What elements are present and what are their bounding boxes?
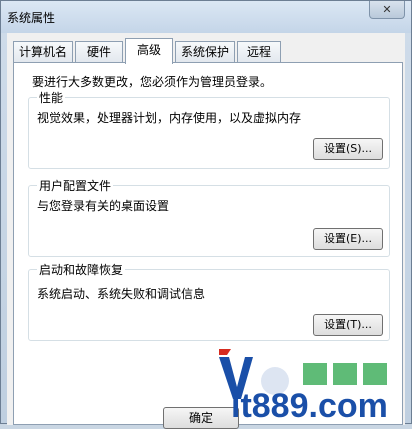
- performance-settings-button[interactable]: 设置(S)...: [313, 138, 383, 160]
- performance-title: 性能: [37, 89, 66, 106]
- tab-remote[interactable]: 远程: [237, 41, 281, 62]
- close-button[interactable]: ✕: [369, 1, 405, 19]
- startup-recovery-title: 启动和故障恢复: [37, 261, 126, 278]
- user-profiles-group: 用户配置文件 与您登录有关的桌面设置 设置(E)...: [28, 177, 390, 257]
- user-profiles-settings-button[interactable]: 设置(E)...: [313, 228, 383, 250]
- startup-recovery-group: 启动和故障恢复 系统启动、系统失败和调试信息 设置(T)...: [28, 261, 390, 341]
- performance-desc: 视觉效果，处理器计划，内存使用，以及虚拟内存: [37, 111, 302, 125]
- admin-note: 要进行大多数更改，您必须作为管理员登录。: [32, 75, 273, 89]
- tab-computer-name[interactable]: 计算机名: [13, 41, 73, 62]
- user-profiles-title: 用户配置文件: [37, 177, 114, 194]
- title-bar[interactable]: 系统属性 ✕: [1, 1, 411, 33]
- user-profiles-desc: 与您登录有关的桌面设置: [37, 199, 170, 213]
- close-icon: ✕: [382, 3, 392, 16]
- tab-hardware[interactable]: 硬件: [75, 41, 123, 62]
- window-title: 系统属性: [7, 11, 56, 25]
- ok-button[interactable]: 确定: [163, 407, 239, 429]
- performance-group: 性能 视觉效果，处理器计划，内存使用，以及虚拟内存 设置(S)...: [28, 89, 390, 169]
- advanced-panel: 要进行大多数更改，您必须作为管理员登录。 性能 视觉效果，处理器计划，内存使用，…: [13, 62, 403, 425]
- tab-advanced[interactable]: 高级: [125, 38, 173, 64]
- tab-system-protection[interactable]: 系统保护: [175, 41, 235, 62]
- system-properties-window: 系统属性 ✕ 计算机名 硬件 高级 系统保护 远程 要进行大多数更改，您必须作为…: [0, 0, 412, 429]
- dialog-client: 计算机名 硬件 高级 系统保护 远程 要进行大多数更改，您必须作为管理员登录。 …: [7, 33, 405, 429]
- startup-recovery-settings-button[interactable]: 设置(T)...: [313, 314, 383, 336]
- startup-recovery-desc: 系统启动、系统失败和调试信息: [37, 287, 206, 301]
